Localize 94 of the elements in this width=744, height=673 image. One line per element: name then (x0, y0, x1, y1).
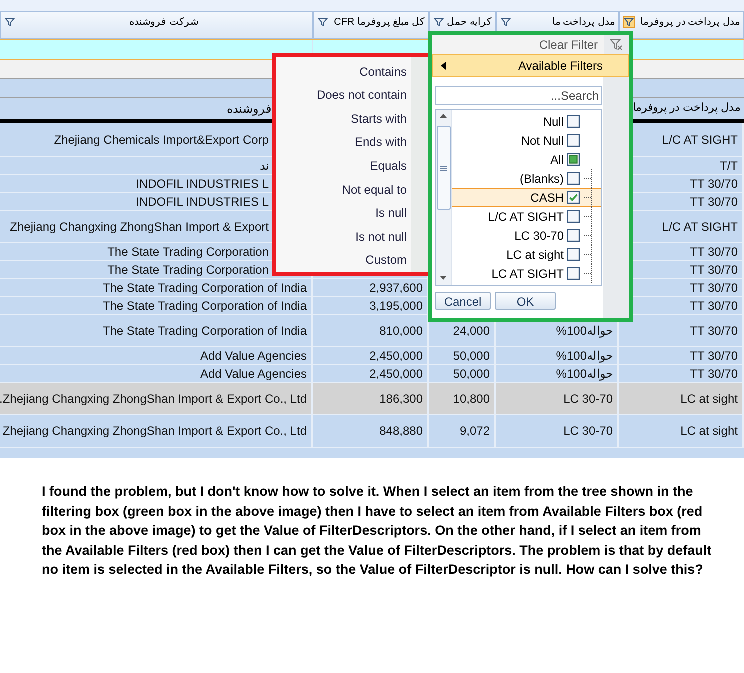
table-cell-text: %100حواله (556, 322, 613, 340)
tree-line (583, 245, 593, 264)
checkbox[interactable] (567, 134, 580, 147)
menu-item[interactable]: Is null (276, 201, 411, 225)
question-text: I found the problem, but I don't know how to solve it. When I select an item from the tree shown in the filtering box (green box in the above image) then I have to select an item from Available Filters box (red box in the above image) to get the Value of FilterDescriptors. On the other hand, if I select an item from the Available Filters (red box) then I can get the Value of FilterDescriptors. The problem is that by default no item is selected in the Available Filters, so the Value of FilterDescriptor is null. How can I solve this? (42, 483, 713, 579)
scrollbar-thumb[interactable] (436, 126, 450, 210)
filter-option[interactable]: CASH (452, 188, 601, 207)
table-cell-text: The State Trading Corporation of India (102, 280, 307, 296)
checkbox[interactable] (567, 115, 580, 128)
table-cell-text: TT 30/70 (690, 262, 738, 278)
checkbox[interactable] (567, 191, 580, 204)
dialog-button[interactable]: Cancel (435, 292, 491, 310)
table-cell-text: INDOFIL INDUSTRIES L (136, 176, 269, 192)
checkbox[interactable] (567, 153, 580, 166)
table-cell-text: L/C AT SIGHT (662, 132, 738, 148)
group-header: فروشنده (226, 100, 272, 118)
table-cell-text: 848,880 (380, 423, 423, 440)
checkbox[interactable] (567, 229, 580, 242)
group-header: مدل پرداخت در پروفرما (632, 101, 742, 116)
tree-line (583, 207, 593, 226)
table-cell-text: 50,000 (453, 348, 490, 364)
tree-line (583, 264, 593, 283)
clear-filter-icon[interactable] (610, 38, 623, 50)
table-row[interactable]: Zhejiang Changxing ZhongShan Import & Export Co., Ltd 848,880 9,072 LC 30-70 LC at sight (0, 415, 744, 448)
menu-item[interactable]: Ends with (276, 130, 411, 154)
filter-option[interactable]: L/C AT SIGHT (452, 207, 601, 226)
menu-item[interactable]: Does not contain (276, 84, 411, 108)
filter-icon[interactable] (623, 16, 635, 28)
table-cell-text: ند (260, 158, 269, 174)
table-cell-text: TT 30/70 (690, 298, 738, 314)
table-cell-text: 10,800 (453, 390, 490, 408)
menu-item[interactable]: Contains (276, 60, 411, 84)
filter-option[interactable]: LC 30-70 (452, 226, 601, 245)
table-cell-text: 50,000 (453, 366, 490, 382)
table-cell-text: LC at sight (680, 423, 738, 440)
filter-option[interactable]: LC at sight (452, 245, 601, 264)
dialog-button[interactable]: OK (495, 292, 556, 310)
tree-line (583, 226, 593, 245)
table-cell-text: 3,195,000 (370, 298, 423, 314)
table-cell-text: The State Trading Corporation (108, 262, 269, 278)
checkbox[interactable] (567, 248, 580, 261)
available-filters-header[interactable]: Available Filters (432, 54, 629, 77)
table-cell-text: Zhejiang Changxing ZhongShan Import & Export Co., Ltd (2, 423, 307, 440)
table-cell-text: TT 30/70 (690, 348, 738, 364)
checkbox[interactable] (567, 210, 580, 223)
table-cell-text: L/C AT SIGHT (662, 218, 738, 236)
scrollbar[interactable] (436, 110, 452, 285)
filter-icon[interactable] (4, 16, 16, 28)
table-cell-text: INDOFIL INDUSTRIES L (136, 194, 269, 210)
table-cell-text: TT 30/70 (690, 322, 738, 340)
table-cell-text: TT 30/70 (690, 366, 738, 382)
table-cell-text: 2,937,600 (370, 280, 423, 296)
table-cell-text: TT 30/70 (690, 244, 738, 260)
menu-item[interactable]: Custom (276, 248, 411, 272)
tree-line (583, 188, 593, 207)
table-cell-text: TT 30/70 (690, 280, 738, 296)
filter-icon[interactable] (317, 16, 329, 28)
menu-item[interactable]: Equals (276, 154, 411, 178)
table-cell-text: T/T (720, 158, 738, 174)
checkbox[interactable] (567, 172, 580, 185)
table-cell-text: Zhejiang Changxing ZhongShan Import & Export (10, 218, 269, 236)
search-field[interactable]: ...Search (435, 86, 602, 105)
table-cell-text: The State Trading Corporation of India (102, 322, 307, 340)
table-cell-text: TT 30/70 (690, 194, 738, 210)
table-cell-text: %100حواله (556, 348, 613, 364)
collapse-arrow-icon[interactable] (441, 62, 446, 70)
table-cell-text: LC at sight (680, 390, 738, 408)
table-cell-text: 810,000 (380, 322, 423, 340)
table-row[interactable]: .Zhejiang Changxing ZhongShan Import & Export Co., Ltd 186,300 10,800 LC 30-70 LC at sight (0, 383, 744, 415)
table-cell-text: The State Trading Corporation of India (102, 298, 307, 314)
table-cell-text: TT 30/70 (690, 176, 738, 192)
column-header[interactable]: مدل پرداخت در پروفرما (619, 11, 744, 39)
table-cell-text: .Zhejiang Changxing ZhongShan Import & Export Co., Ltd (0, 390, 307, 408)
table-cell-text: 2,450,000 (370, 366, 423, 382)
tree-line (583, 169, 593, 188)
column-header[interactable]: کل مبلغ پروفرما CFR (313, 11, 429, 39)
table-cell-text: Zhejiang Chemicals Import&Export Corp (54, 132, 269, 148)
table-cell-text: 2,450,000 (370, 348, 423, 364)
table-cell-text: LC 30-70 (564, 390, 613, 408)
table-cell-text: Add Value Agencies (200, 348, 307, 364)
menu-item[interactable]: Not equal to (276, 178, 411, 202)
menu-item[interactable]: Is not null (276, 224, 411, 248)
table-cell-text: %100حواله (556, 366, 613, 382)
filter-icon[interactable] (500, 16, 512, 28)
column-header[interactable]: شرکت فروشنده (0, 11, 313, 39)
table-cell-text: 24,000 (453, 322, 490, 340)
filter-option[interactable]: Not Null (452, 131, 601, 150)
checkbox[interactable] (567, 267, 580, 280)
table-cell-text: 186,300 (380, 390, 423, 408)
table-cell-text: 9,072 (460, 423, 490, 440)
table-cell-text: The State Trading Corporation (108, 244, 269, 260)
table-cell-text: LC 30-70 (564, 423, 613, 440)
filter-icon[interactable] (433, 16, 445, 28)
table-cell-text: Add Value Agencies (200, 366, 307, 382)
